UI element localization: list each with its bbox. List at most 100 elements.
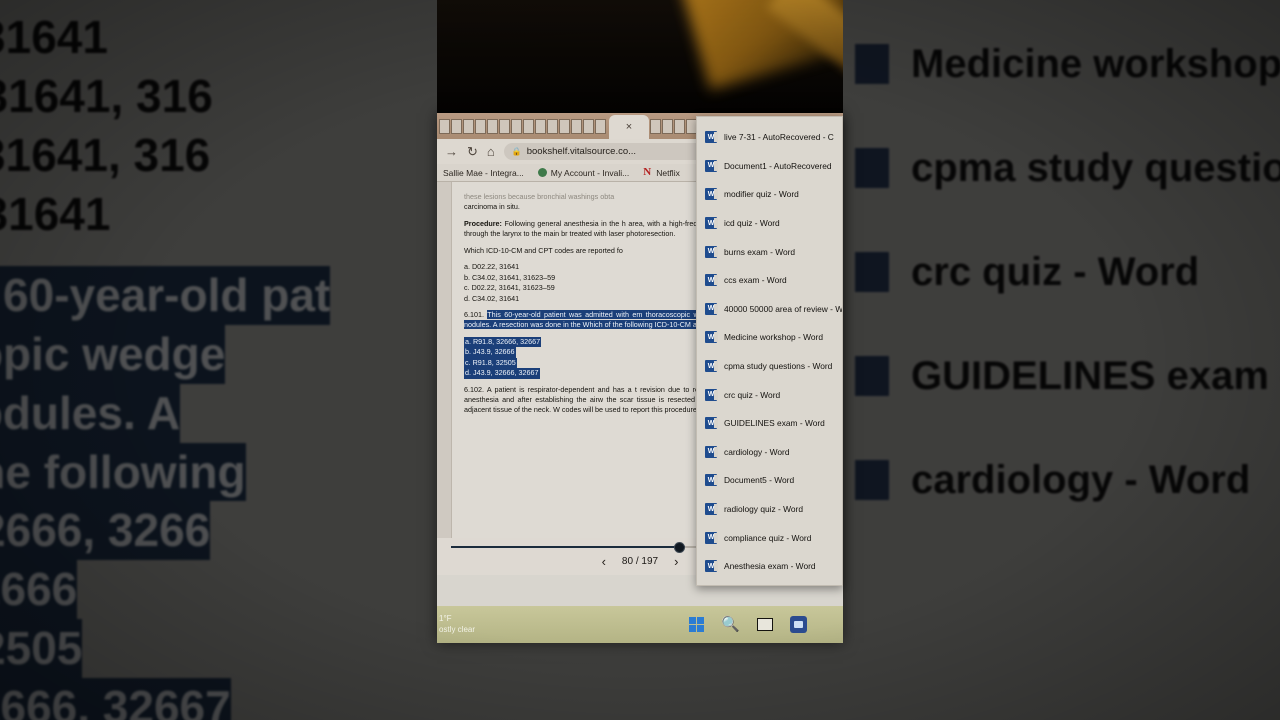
browser-tab[interactable] [547,119,558,134]
word-document-icon [705,131,718,144]
slider-thumb[interactable] [674,542,686,553]
option-b: b. C34.02, 31641, 31623–59 [464,272,556,282]
browser-tab[interactable] [559,119,570,134]
jumplist-item[interactable]: compliance quiz - Word [697,523,842,552]
backdrop-hl-line: Which of the following [0,442,246,502]
option-b[interactable]: b. J43.9, 32666 [464,347,516,358]
word-document-icon [855,44,889,84]
jumplist-item-label: 40000 50000 area of review - W [724,303,842,314]
reload-icon[interactable]: ↻ [467,145,478,158]
backdrop-option: a. D02.22, 31641 [0,11,108,64]
netflix-icon: N [643,166,652,178]
question-number: 6.101. [464,309,484,319]
word-document-icon [705,474,718,487]
browser-tab[interactable] [571,119,582,134]
jumplist-item[interactable]: Medicine workshop - Word [697,323,842,352]
search-icon[interactable]: 🔍 [721,617,740,632]
browser-tab[interactable] [475,119,486,134]
browser-tab[interactable] [595,119,606,134]
browser-tab[interactable] [487,119,498,134]
jumplist-item[interactable]: ccs exam - Word [697,266,842,295]
weather-widget[interactable]: 1°F ostly clear [437,614,587,636]
jumplist-item[interactable]: radiology quiz - Word [697,495,842,524]
jumplist-item[interactable]: live 7-31 - AutoRecovered - C [697,123,842,152]
word-document-icon [705,302,718,315]
option-c[interactable]: c. R91.8, 32505 [464,357,517,369]
backdrop-hl-option: c. R91.8, 32505 [0,619,83,678]
weather-condition: ostly clear [439,624,476,634]
browser-tab[interactable] [463,119,474,134]
browser-tab[interactable] [499,119,510,134]
word-document-icon [705,245,718,258]
bookmark-my-account[interactable]: My Account - Invali... [537,168,629,178]
word-document-icon [705,417,718,430]
globe-icon [537,168,547,177]
jumplist-item-label: Document5 - Word [724,475,795,486]
word-document-icon [705,560,718,573]
browser-tab[interactable] [511,119,522,134]
jumplist-item-label: burns exam - Word [724,246,796,257]
bookmark-sallie-mae[interactable]: Sallie Mae - Integra... [443,168,524,178]
jumplist-item[interactable]: burns exam - Word [697,237,842,266]
backdrop-list-item: GUIDELINES exam - Word [911,354,1280,398]
word-document-icon [705,531,718,544]
backdrop-hl-line: thoracoscopic wedge [0,324,226,384]
jumplist-item[interactable]: icd quiz - Word [697,209,842,238]
task-view-icon[interactable] [756,618,773,631]
browser-tab[interactable] [535,119,546,134]
backdrop-list-item: 40000 50000 area of review - [911,0,1280,12]
question-number: 6.102. [464,384,484,394]
browser-tab[interactable] [583,119,594,134]
jumplist-item-label: crc quiz - Word [724,389,781,400]
word-jumplist-popup: live 7-31 - AutoRecovered - C Document1 … [696,116,843,586]
option-a: a. D02.22, 31641 [464,262,520,272]
reader-side-rail[interactable] [437,182,452,575]
paragraph-faded: these lesions because bronchial washings… [464,192,615,201]
option-d[interactable]: d. J43.9, 32666, 32667 [464,368,540,379]
prev-page-button[interactable]: ‹ [602,554,606,569]
word-document-icon [705,159,718,172]
bookmark-label: Sallie Mae - Integra... [443,167,524,178]
word-document-icon [705,217,718,230]
backdrop-hl-option: d. J43.9, 32666, 32667 [0,678,231,720]
backdrop-hl-option: b. J43.9, 32666 [0,560,78,620]
jumplist-item[interactable]: 40000 50000 area of review - W [697,295,842,324]
next-page-button[interactable]: › [674,554,678,569]
backdrop-option: d. C34.02, 31641 [0,188,111,240]
browser-tab[interactable] [439,119,450,134]
jumplist-item[interactable]: Anesthesia exam - Word [697,552,842,581]
forward-icon[interactable]: → [445,145,458,158]
backdrop-option: b. C34.02, 31641, 316 [0,70,213,123]
jumplist-item[interactable]: Document1 - AutoRecovered [697,152,842,181]
browser-tab[interactable] [650,119,661,134]
jumplist-item[interactable]: cpma study questions - Word [697,352,842,381]
jumplist-item-label: live 7-31 - AutoRecovered - C [724,132,834,143]
active-browser-tab[interactable]: × [609,115,649,139]
bookmark-netflix[interactable]: N Netflix [643,166,680,178]
jumplist-item[interactable]: crc quiz - Word [697,380,842,409]
jumplist-item-label: modifier quiz - Word [724,189,799,200]
word-document-icon [855,252,889,292]
jumplist-item[interactable]: Document5 - Word [697,466,842,495]
jumplist-item[interactable]: GUIDELINES exam - Word [697,409,842,438]
jumplist-item-label: cpma study questions - Word [724,361,833,372]
home-icon[interactable]: ⌂ [487,145,495,158]
jumplist-item[interactable]: cardiology - Word [697,438,842,467]
close-icon[interactable]: × [626,121,632,133]
jumplist-item-label: Medicine workshop - Word [724,332,823,343]
jumplist-item-label: compliance quiz - Word [724,532,812,543]
slider-fill [451,546,686,548]
jumplist-item[interactable]: modifier quiz - Word [697,180,842,209]
word-document-icon [705,445,718,458]
browser-tab[interactable] [674,119,685,134]
lock-icon: 🔒 [511,147,522,156]
browser-tab[interactable] [523,119,534,134]
teams-icon[interactable] [789,616,807,633]
option-a[interactable]: a. R91.8, 32666, 32667 [464,336,542,348]
word-document-icon [705,331,718,344]
browser-tab[interactable] [451,119,462,134]
browser-tab[interactable] [662,119,673,134]
windows-start-icon[interactable] [689,617,704,632]
screenshot-root: Procedure: Following area, with a high-f… [0,0,1280,720]
word-document-icon [705,360,718,373]
